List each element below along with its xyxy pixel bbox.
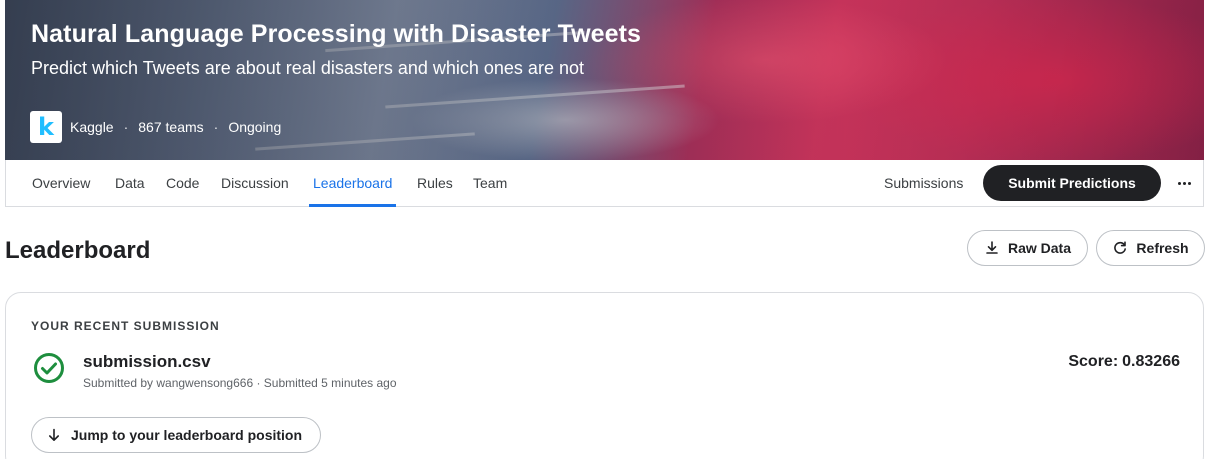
check-circle-icon xyxy=(34,353,64,383)
score-label: Score: xyxy=(1068,353,1119,370)
refresh-button[interactable]: Refresh xyxy=(1096,230,1205,266)
refresh-label: Refresh xyxy=(1136,240,1189,256)
competition-title: Natural Language Processing with Disaste… xyxy=(31,20,642,48)
team-count: 867 teams xyxy=(138,119,204,135)
tab-data[interactable]: Data xyxy=(115,160,145,206)
tab-overview[interactable]: Overview xyxy=(32,160,90,206)
meta-separator: · xyxy=(123,119,129,135)
submissions-link[interactable]: Submissions xyxy=(884,160,963,206)
raw-data-button[interactable]: Raw Data xyxy=(967,230,1088,266)
recent-submission-heading: YOUR RECENT SUBMISSION xyxy=(31,319,220,333)
tab-leaderboard[interactable]: Leaderboard xyxy=(308,160,397,207)
tab-rules[interactable]: Rules xyxy=(417,160,453,206)
kaggle-logo-icon[interactable]: k xyxy=(30,111,62,143)
tab-code[interactable]: Code xyxy=(166,160,199,206)
competition-subtitle: Predict which Tweets are about real disa… xyxy=(31,58,584,78)
jump-to-position-button[interactable]: Jump to your leaderboard position xyxy=(31,417,321,453)
competition-header-banner: Natural Language Processing with Disaste… xyxy=(5,0,1204,160)
competition-status: Ongoing xyxy=(228,119,282,135)
submission-details: Submitted by wangwensong666 · Submitted … xyxy=(83,376,397,390)
raw-data-label: Raw Data xyxy=(1007,240,1072,256)
page-title: Leaderboard xyxy=(5,237,151,264)
refresh-icon xyxy=(1114,241,1127,254)
tab-team[interactable]: Team xyxy=(473,160,507,206)
host-name[interactable]: Kaggle xyxy=(70,119,114,135)
submission-file-name[interactable]: submission.csv xyxy=(83,352,211,372)
competition-meta: k Kaggle · 867 teams · Ongoing xyxy=(30,111,281,143)
recent-submission-card: YOUR RECENT SUBMISSION submission.csv Su… xyxy=(5,292,1204,459)
submission-score: Score: 0.83266 xyxy=(1068,353,1180,371)
jump-label: Jump to your leaderboard position xyxy=(71,427,303,443)
download-icon xyxy=(986,241,998,254)
meta-separator: · xyxy=(213,119,219,135)
arrow-down-icon xyxy=(49,428,59,441)
submit-predictions-button[interactable]: Submit Predictions xyxy=(983,165,1161,201)
competition-tabbar: Overview Data Code Discussion Leaderboar… xyxy=(5,160,1204,207)
more-horizontal-icon[interactable] xyxy=(1170,168,1198,198)
score-value: 0.83266 xyxy=(1122,353,1180,370)
tab-discussion[interactable]: Discussion xyxy=(221,160,289,206)
